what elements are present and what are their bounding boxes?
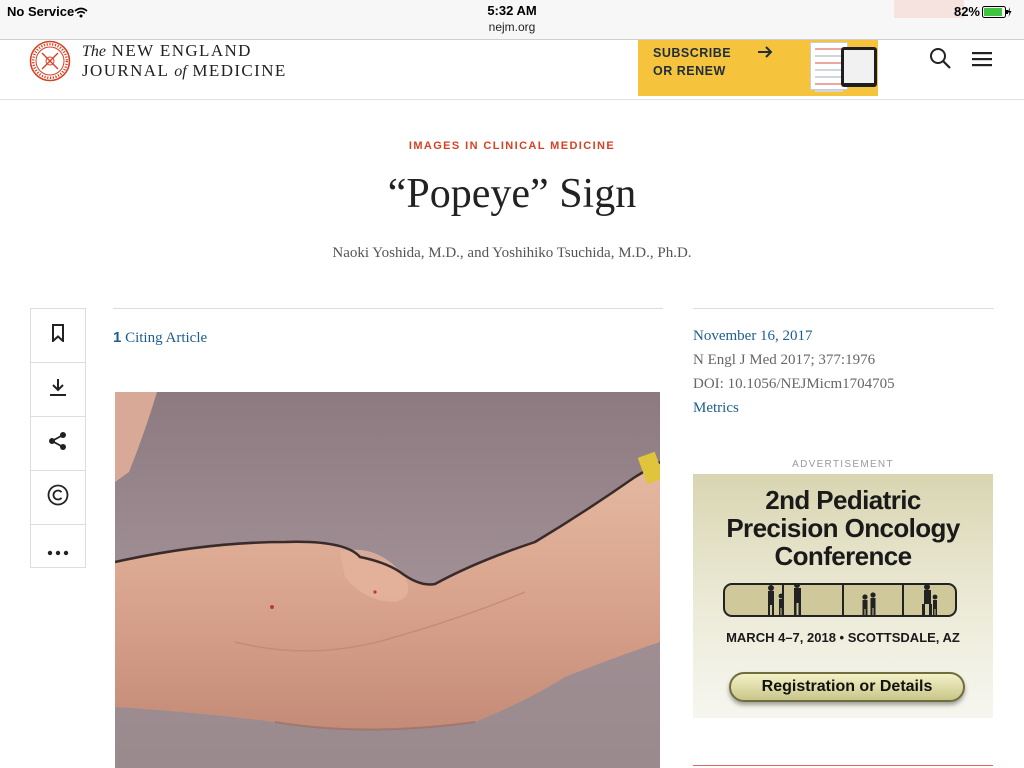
divider bbox=[113, 308, 663, 309]
ad-title-line1: 2nd Pediatric bbox=[765, 485, 921, 515]
metrics-link[interactable]: Metrics bbox=[693, 396, 895, 420]
search-icon[interactable] bbox=[928, 46, 952, 70]
article-metadata: November 16, 2017 N Engl J Med 2017; 377… bbox=[693, 324, 895, 420]
masthead-logo[interactable]: The NEW ENGLAND JOURNAL of MEDICINE bbox=[82, 42, 287, 82]
masthead-line1: NEW ENGLAND bbox=[111, 41, 252, 60]
article-authors[interactable]: Naoki Yoshida, M.D., and Yoshihiko Tsuch… bbox=[0, 245, 1024, 262]
copyright-icon bbox=[47, 484, 69, 511]
share-button[interactable] bbox=[31, 417, 85, 471]
hamburger-menu-icon[interactable] bbox=[971, 50, 993, 68]
permissions-button[interactable] bbox=[31, 471, 85, 525]
subscribe-promo-banner[interactable]: SUBSCRIBE OR RENEW bbox=[638, 40, 878, 96]
more-icon bbox=[47, 543, 69, 561]
bookmark-icon bbox=[50, 324, 66, 347]
advertisement-label: ADVERTISEMENT bbox=[792, 459, 894, 470]
citing-articles-link[interactable]: 1 Citing Article bbox=[113, 329, 207, 347]
advertisement-banner[interactable]: 2nd Pediatric Precision Oncology Confere… bbox=[693, 474, 993, 718]
site-header: The NEW ENGLAND JOURNAL of MEDICINE SUBS… bbox=[0, 40, 1024, 100]
download-button[interactable] bbox=[31, 363, 85, 417]
tablet-device-image bbox=[841, 47, 877, 87]
citing-count: 1 bbox=[113, 329, 122, 346]
ad-family-illustration bbox=[723, 582, 957, 617]
arrow-right-icon bbox=[756, 43, 774, 66]
promo-text: SUBSCRIBE OR RENEW bbox=[653, 44, 731, 80]
masthead-the: The bbox=[82, 43, 106, 60]
ad-title-line2: Precision Oncology bbox=[726, 513, 960, 543]
promo-line2: OR RENEW bbox=[653, 64, 726, 78]
battery-percent: 82% bbox=[953, 4, 980, 19]
ad-dates: MARCH 4–7, 2018 • SCOTTSDALE, AZ bbox=[726, 630, 960, 645]
citation: N Engl J Med 2017; 377:1976 bbox=[693, 352, 876, 368]
doi: DOI: 10.1056/NEJMicm1704705 bbox=[693, 376, 895, 392]
masthead-of: of bbox=[174, 63, 187, 80]
clinical-image[interactable] bbox=[115, 392, 660, 768]
registration-button[interactable]: Registration or Details bbox=[729, 672, 965, 702]
address-bar-url[interactable]: nejm.org bbox=[0, 20, 1024, 34]
share-icon bbox=[48, 431, 68, 456]
bookmark-button[interactable] bbox=[31, 309, 85, 363]
download-icon bbox=[48, 377, 68, 402]
divider bbox=[693, 308, 994, 309]
article-title: “Popeye” Sign bbox=[387, 171, 637, 217]
citing-label: Citing Article bbox=[125, 330, 208, 346]
ad-title: 2nd Pediatric Precision Oncology Confere… bbox=[693, 486, 993, 570]
article-category[interactable]: IMAGES IN CLINICAL MEDICINE bbox=[0, 140, 1024, 152]
battery-charging-icon bbox=[982, 5, 1012, 23]
article-tools bbox=[30, 308, 86, 568]
more-button[interactable] bbox=[31, 525, 85, 579]
ad-title-line3: Conference bbox=[774, 541, 912, 571]
divider bbox=[693, 765, 993, 766]
clock: 5:32 AM bbox=[487, 3, 537, 18]
status-bar: No Service 5:32 AM nejm.org 82% bbox=[0, 0, 1024, 40]
publication-date[interactable]: November 16, 2017 bbox=[693, 324, 895, 348]
masthead-journal: JOURNAL bbox=[82, 61, 169, 80]
nejm-seal-logo[interactable] bbox=[29, 40, 71, 82]
masthead-medicine: MEDICINE bbox=[192, 61, 287, 80]
promo-line1: SUBSCRIBE bbox=[653, 46, 732, 60]
